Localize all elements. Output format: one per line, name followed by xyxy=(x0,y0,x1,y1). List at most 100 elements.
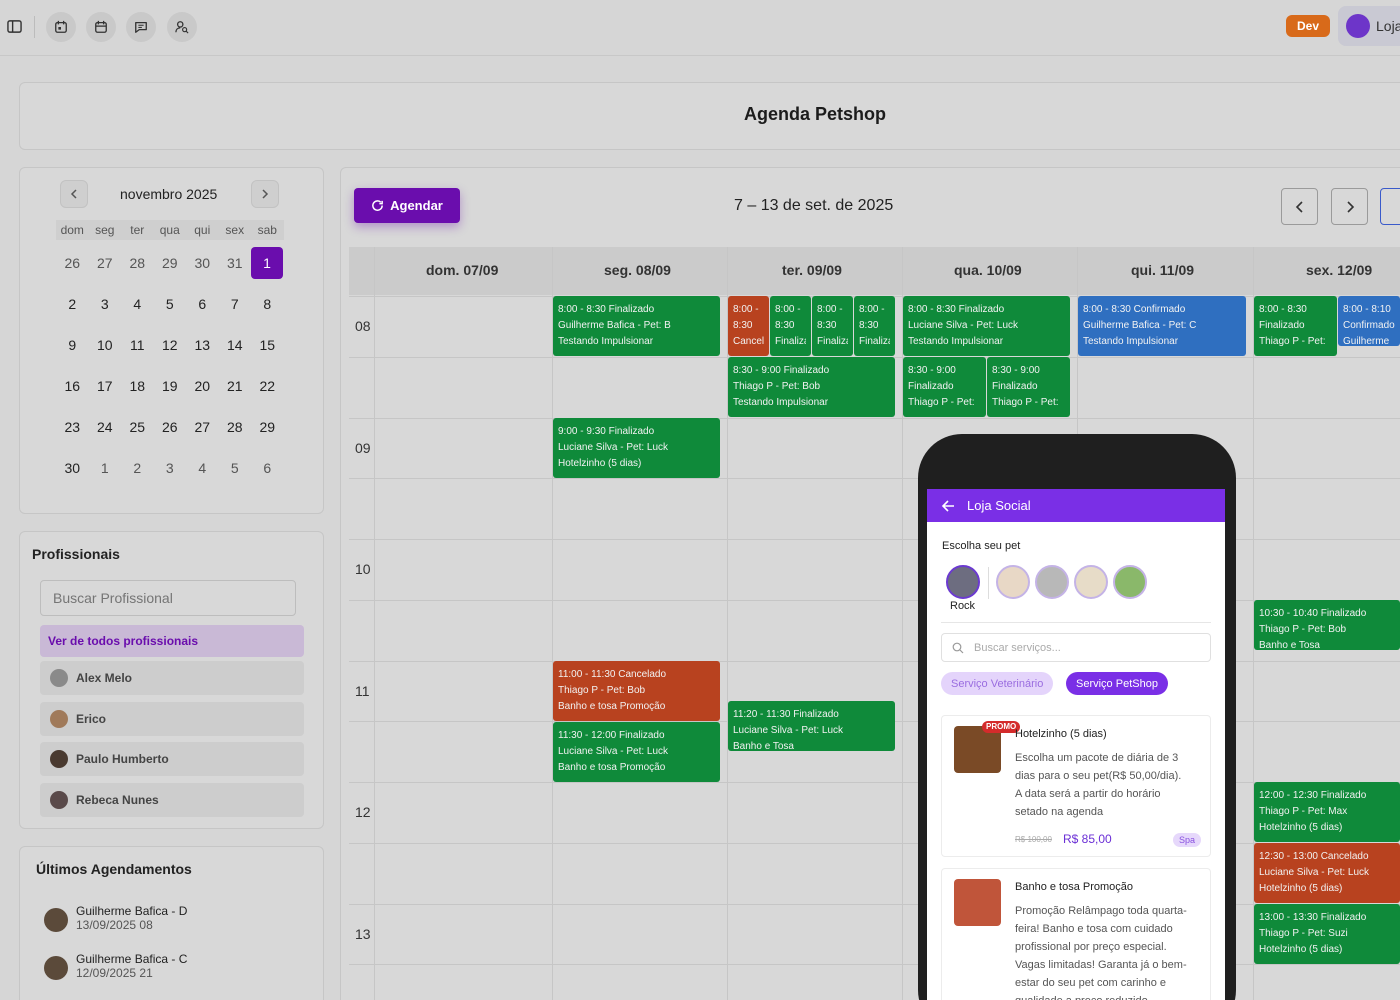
calendar-day[interactable]: 13 xyxy=(186,329,219,370)
all-professionals-button[interactable]: Ver de todos profissionais xyxy=(40,625,304,657)
user-menu[interactable]: Loja xyxy=(1338,6,1400,46)
calendar-day[interactable]: 28 xyxy=(219,411,252,452)
calendar-day[interactable]: 6 xyxy=(186,288,219,329)
calendar-icon[interactable] xyxy=(46,12,76,42)
calendar-day[interactable]: 29 xyxy=(154,247,187,288)
calendar-day[interactable]: 25 xyxy=(121,411,154,452)
professional-item[interactable]: Rebeca Nunes xyxy=(40,783,304,817)
calendar-day[interactable]: 11 xyxy=(121,329,154,370)
pet-avatar[interactable] xyxy=(996,565,1030,599)
event-text: Luciane Silva - Pet: Luck xyxy=(908,320,1019,331)
appointment-event[interactable]: 10:30 - 10:40 Finalizado Thiago P - Pet: … xyxy=(1254,600,1400,650)
calendar-day[interactable]: 4 xyxy=(121,288,154,329)
next-week-button[interactable] xyxy=(1331,188,1368,225)
calendar-day[interactable]: 9 xyxy=(56,329,89,370)
service-card[interactable]: Banho e tosa Promoção Promoção Relâmpago… xyxy=(941,868,1211,1000)
professional-search-input[interactable] xyxy=(40,580,296,616)
appointment-event[interactable]: 8:00 - 8:30 Finaliza xyxy=(854,296,895,356)
calendar-day[interactable]: 28 xyxy=(121,247,154,288)
calendar-day[interactable]: 8 xyxy=(251,288,284,329)
calendar-day[interactable]: 4 xyxy=(186,452,219,493)
recent-appointment-item[interactable]: Guilherme Bafica - C 12/09/2025 21 xyxy=(44,952,314,984)
prev-month-button[interactable] xyxy=(60,180,88,208)
calendar-check-icon[interactable] xyxy=(86,12,116,42)
calendar-day[interactable]: 15 xyxy=(251,329,284,370)
calendar-day[interactable]: 24 xyxy=(89,411,122,452)
calendar-day[interactable]: 22 xyxy=(251,370,284,411)
calendar-day[interactable]: 1 xyxy=(89,452,122,493)
sidebar-icon[interactable] xyxy=(4,16,24,36)
appointment-event[interactable]: 11:20 - 11:30 Finalizado Luciane Silva - … xyxy=(728,701,895,751)
professional-item[interactable]: Erico xyxy=(40,702,304,736)
calendar-day[interactable]: 2 xyxy=(56,288,89,329)
calendar-day[interactable]: 27 xyxy=(186,411,219,452)
view-toggle-button[interactable] xyxy=(1380,188,1400,225)
recent-appointment-item[interactable]: Guilherme Bafica - D 13/09/2025 08 xyxy=(44,904,314,936)
calendar-day[interactable]: 7 xyxy=(219,288,252,329)
calendar-day[interactable]: 14 xyxy=(219,329,252,370)
calendar-day[interactable]: 30 xyxy=(186,247,219,288)
service-card[interactable]: PROMO Hotelzinho (5 dias) Escolha um pac… xyxy=(941,715,1211,857)
message-icon[interactable] xyxy=(126,12,156,42)
pet-avatar[interactable] xyxy=(1113,565,1147,599)
appointment-event[interactable]: 13:00 - 13:30 Finalizado Thiago P - Pet: … xyxy=(1254,904,1400,964)
appointment-event[interactable]: 8:00 - 8:30 Finalizado Guilherme Bafica -… xyxy=(553,296,720,356)
professional-item[interactable]: Paulo Humberto xyxy=(40,742,304,776)
calendar-day[interactable]: 31 xyxy=(219,247,252,288)
appointment-event[interactable]: 8:00 - 8:30 Finaliza xyxy=(770,296,811,356)
pet-avatar[interactable] xyxy=(1035,565,1069,599)
pet-avatar-selected[interactable] xyxy=(946,565,980,599)
appointment-event[interactable]: 8:00 - 8:30 Cancela xyxy=(728,296,769,356)
calendar-day[interactable]: 3 xyxy=(154,452,187,493)
appointment-event[interactable]: 11:00 - 11:30 Cancelado Thiago P - Pet: B… xyxy=(553,661,720,721)
calendar-day[interactable]: 30 xyxy=(56,452,89,493)
professional-item[interactable]: Alex Melo xyxy=(40,661,304,695)
appointment-event[interactable]: 12:30 - 13:00 Cancelado Luciane Silva - P… xyxy=(1254,843,1400,903)
calendar-day[interactable]: 2 xyxy=(121,452,154,493)
service-search-input[interactable]: Buscar serviços... xyxy=(941,633,1211,662)
calendar-day[interactable]: 10 xyxy=(89,329,122,370)
calendar-day[interactable]: 5 xyxy=(219,452,252,493)
chip-petshop-service[interactable]: Serviço PetShop xyxy=(1066,672,1168,695)
appointment-event[interactable]: 8:30 - 9:00 Finalizado Thiago P - Pet: xyxy=(903,357,986,417)
calendar-day[interactable]: 16 xyxy=(56,370,89,411)
calendar-day[interactable]: 6 xyxy=(251,452,284,493)
next-month-button[interactable] xyxy=(251,180,279,208)
appointment-event[interactable]: 12:00 - 12:30 Finalizado Thiago P - Pet: … xyxy=(1254,782,1400,842)
event-text: Banho e tosa Promoção xyxy=(558,701,666,712)
calendar-day[interactable]: 19 xyxy=(154,370,187,411)
calendar-day[interactable]: 18 xyxy=(121,370,154,411)
weekday-label: sex xyxy=(225,223,245,237)
calendar-day[interactable]: 12 xyxy=(154,329,187,370)
calendar-day[interactable]: 23 xyxy=(56,411,89,452)
professionals-title: Profissionais xyxy=(32,546,120,562)
event-text: 8:30 xyxy=(775,320,795,331)
appointment-event[interactable]: 8:00 - 8:30 Finalizado Thiago P - Pet: xyxy=(1254,296,1337,356)
calendar-day[interactable]: 3 xyxy=(89,288,122,329)
back-arrow-icon[interactable] xyxy=(941,499,955,513)
calendar-day[interactable]: 21 xyxy=(219,370,252,411)
event-text: Guilherme xyxy=(1343,336,1390,346)
prev-week-button[interactable] xyxy=(1281,188,1318,225)
calendar-day[interactable]: 26 xyxy=(154,411,187,452)
appointment-event[interactable]: 8:00 - 8:30 Confirmado Guilherme Bafica -… xyxy=(1078,296,1246,356)
appointment-event[interactable]: 8:00 - 8:10 Confirmado Guilherme xyxy=(1338,296,1400,346)
appointment-event[interactable]: 11:30 - 12:00 Finalizado Luciane Silva - … xyxy=(553,722,720,782)
calendar-day-selected[interactable]: 1 xyxy=(251,247,283,279)
pet-avatar[interactable] xyxy=(1074,565,1108,599)
event-text: Hotelzinho (5 dias) xyxy=(1259,883,1343,894)
chip-vet-service[interactable]: Serviço Veterinário xyxy=(941,672,1054,695)
appointment-event[interactable]: 8:30 - 9:00 Finalizado Thiago P - Pet: xyxy=(987,357,1070,417)
appointment-event[interactable]: 8:00 - 8:30 Finalizado Luciane Silva - Pe… xyxy=(903,296,1070,356)
user-search-icon[interactable] xyxy=(167,12,197,42)
appointment-event[interactable]: 8:00 - 8:30 Finaliza xyxy=(812,296,853,356)
appointment-event[interactable]: 8:30 - 9:00 Finalizado Thiago P - Pet: Bo… xyxy=(728,357,895,417)
calendar-day[interactable]: 26 xyxy=(56,247,89,288)
calendar-day[interactable]: 20 xyxy=(186,370,219,411)
calendar-day[interactable]: 29 xyxy=(251,411,284,452)
appointment-event[interactable]: 9:00 - 9:30 Finalizado Luciane Silva - Pe… xyxy=(553,418,720,478)
calendar-day[interactable]: 5 xyxy=(154,288,187,329)
schedule-button[interactable]: Agendar xyxy=(354,188,460,223)
calendar-day[interactable]: 17 xyxy=(89,370,122,411)
calendar-day[interactable]: 27 xyxy=(89,247,122,288)
